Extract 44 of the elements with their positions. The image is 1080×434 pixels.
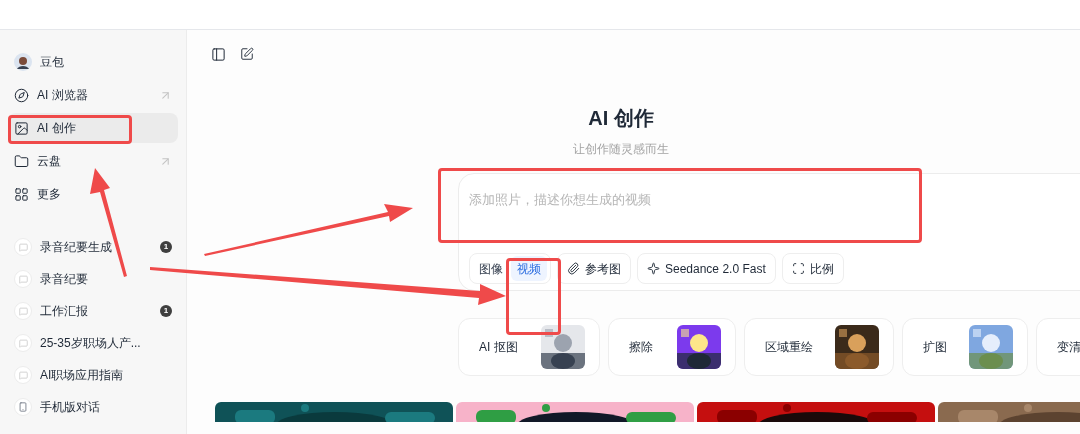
tool-card[interactable]: 变清 <box>1036 318 1080 376</box>
phone-icon <box>14 398 32 416</box>
chat-bubble-icon <box>14 334 32 352</box>
chat-item[interactable]: 工作汇报 1 <box>8 295 178 327</box>
tool-card[interactable]: 区域重绘 <box>744 318 894 376</box>
tool-label: 扩图 <box>923 339 947 356</box>
chat-item[interactable]: 25-35岁职场人产... <box>8 327 178 359</box>
prompt-field[interactable]: 添加照片，描述你想生成的视频 <box>469 190 909 210</box>
option-chip[interactable]: 比例 <box>781 253 844 284</box>
tool-label: 变清 <box>1057 339 1080 356</box>
page-subtitle: 让创作随灵感而生 <box>573 141 669 158</box>
tool-label: 区域重绘 <box>765 339 813 356</box>
compass-icon <box>14 87 29 103</box>
tool-label: 擦除 <box>629 339 653 356</box>
tool-label: AI 抠图 <box>479 339 518 356</box>
mode-tab[interactable]: 图像 <box>473 256 509 281</box>
chat-item[interactable]: AI职场应用指南 <box>8 359 178 391</box>
tool-card[interactable]: 扩图 <box>902 318 1028 376</box>
user-name: 豆包 <box>40 54 64 71</box>
chat-bubble-icon <box>14 270 32 288</box>
unread-badge: 1 <box>160 305 172 317</box>
chat-item[interactable]: 录音纪要 <box>8 263 178 295</box>
option-chip[interactable]: 参考图 <box>557 253 631 284</box>
grid-icon <box>14 186 29 202</box>
nav-item[interactable]: AI 浏览器 <box>8 80 178 110</box>
paperclip-icon <box>567 262 580 275</box>
tool-card[interactable]: 擦除 <box>608 318 736 376</box>
option-chip[interactable]: Seedance 2.0 Fast <box>637 253 776 284</box>
nav-item[interactable]: 更多 <box>8 179 178 209</box>
page-title: AI 创作 <box>588 106 654 131</box>
avatar-icon <box>14 53 32 71</box>
chat-item[interactable]: 手机版对话 <box>8 391 178 423</box>
nav-item[interactable]: 云盘 <box>8 146 178 176</box>
chat-bubble-icon <box>14 238 32 256</box>
sparkle-icon <box>647 262 660 275</box>
sidebar-toggle-icon[interactable] <box>211 47 226 62</box>
chat-bubble-icon <box>14 302 32 320</box>
unread-badge: 1 <box>160 241 172 253</box>
image-icon <box>14 120 29 136</box>
folder-icon <box>14 153 29 169</box>
frame-icon <box>791 262 805 275</box>
new-chat-icon[interactable] <box>240 47 254 61</box>
chat-bubble-icon <box>14 366 32 384</box>
tool-card[interactable]: AI 抠图 <box>458 318 600 376</box>
